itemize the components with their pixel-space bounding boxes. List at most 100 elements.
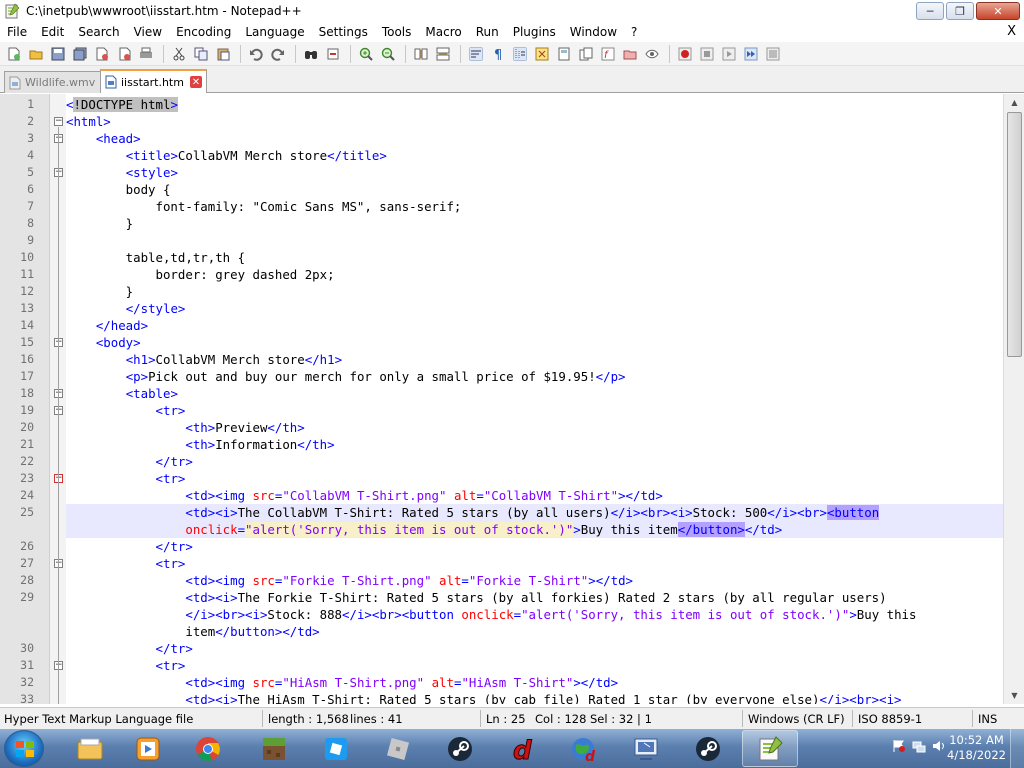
code-line[interactable]: }: [66, 215, 133, 232]
zoom-out-button[interactable]: [378, 44, 398, 64]
menu-settings[interactable]: Settings: [312, 25, 375, 39]
tab-close-icon[interactable]: ✕: [189, 76, 202, 88]
save-macro-button[interactable]: [763, 44, 783, 64]
save-button[interactable]: [48, 44, 68, 64]
taskbar-clock[interactable]: 10:52 AM 4/18/2022: [947, 733, 1006, 763]
code-line[interactable]: <td><img src="CollabVM T-Shirt.png" alt=…: [66, 487, 663, 504]
menu-encoding[interactable]: Encoding: [169, 25, 238, 39]
close-button[interactable]: ✕: [976, 2, 1020, 20]
code-line[interactable]: onclick="alert('Sorry, this item is out …: [66, 521, 782, 538]
show-all-characters-button[interactable]: ¶: [488, 44, 508, 64]
code-line[interactable]: <!DOCTYPE html>: [66, 96, 178, 113]
maximize-button[interactable]: ❐: [946, 2, 974, 20]
code-line[interactable]: <h1>CollabVM Merch store</h1>: [66, 351, 342, 368]
taskbar-explorer[interactable]: [62, 730, 118, 767]
indent-guide-button[interactable]: [510, 44, 530, 64]
action-center-flag-icon[interactable]: [892, 739, 906, 753]
menu-window[interactable]: Window: [563, 25, 624, 39]
taskbar-notepadpp[interactable]: [742, 730, 798, 767]
taskbar-chrome[interactable]: [180, 730, 236, 767]
scrollbar-thumb[interactable]: [1007, 112, 1022, 357]
folder-as-workspace-button[interactable]: [620, 44, 640, 64]
show-desktop-button[interactable]: [1010, 729, 1024, 768]
close-all-button[interactable]: [114, 44, 134, 64]
sync-horizontal-button[interactable]: [433, 44, 453, 64]
cut-button[interactable]: [169, 44, 189, 64]
code-line[interactable]: <p>Pick out and buy our merch for only a…: [66, 368, 626, 385]
replace-button[interactable]: [323, 44, 343, 64]
scroll-up-arrow-icon[interactable]: ▲: [1004, 94, 1024, 111]
code-line[interactable]: </tr>: [66, 453, 193, 470]
code-line[interactable]: <tr>: [66, 555, 186, 572]
code-line[interactable]: <td><i>The Forkie T-Shirt: Rated 5 stars…: [66, 589, 886, 606]
menu-plugins[interactable]: Plugins: [506, 25, 563, 39]
word-wrap-button[interactable]: [466, 44, 486, 64]
zoom-in-button[interactable]: [356, 44, 376, 64]
network-icon[interactable]: [912, 739, 926, 753]
menu-help[interactable]: ?: [624, 25, 644, 39]
paste-button[interactable]: [213, 44, 233, 64]
close-document-button[interactable]: X: [1007, 24, 1016, 39]
code-line[interactable]: font-family: "Comic Sans MS", sans-serif…: [66, 198, 462, 215]
code-line[interactable]: <table>: [66, 385, 178, 402]
taskbar-steam-2[interactable]: [680, 730, 736, 767]
taskbar-worldpainter[interactable]: d: [556, 730, 612, 767]
code-line[interactable]: </tr>: [66, 538, 193, 555]
minimize-button[interactable]: ─: [916, 2, 944, 20]
code-line[interactable]: <th>Preview</th>: [66, 419, 304, 436]
vertical-scrollbar[interactable]: ▲ ▼: [1003, 94, 1024, 704]
run-macro-multiple-button[interactable]: [741, 44, 761, 64]
taskbar-virtualbox[interactable]: [618, 730, 674, 767]
code-line[interactable]: <style>: [66, 164, 178, 181]
taskbar-minecraft[interactable]: [246, 730, 302, 767]
menu-view[interactable]: View: [127, 25, 169, 39]
taskbar-steam[interactable]: [432, 730, 488, 767]
start-button[interactable]: [4, 730, 44, 767]
document-map-button[interactable]: [554, 44, 574, 64]
code-line[interactable]: body {: [66, 181, 171, 198]
menu-run[interactable]: Run: [469, 25, 506, 39]
close-file-button[interactable]: [92, 44, 112, 64]
find-button[interactable]: [301, 44, 321, 64]
menu-language[interactable]: Language: [238, 25, 311, 39]
code-line[interactable]: <td><img src="Forkie T-Shirt.png" alt="F…: [66, 572, 633, 589]
code-line[interactable]: <td><i>The CollabVM T-Shirt: Rated 5 sta…: [66, 504, 880, 521]
code-line[interactable]: <html>: [66, 113, 111, 130]
fold-toggle-icon[interactable]: −: [54, 117, 63, 126]
folder-workspace-button[interactable]: f: [598, 44, 618, 64]
play-macro-button[interactable]: [719, 44, 739, 64]
code-line[interactable]: <td><i>The HiAsm T-Shirt: Rated 5 stars …: [66, 691, 901, 704]
taskbar-roblox[interactable]: [370, 730, 426, 767]
code-line[interactable]: border: grey dashed 2px;: [66, 266, 335, 283]
open-file-button[interactable]: [26, 44, 46, 64]
scroll-down-arrow-icon[interactable]: ▼: [1004, 687, 1024, 704]
code-line[interactable]: <title>CollabVM Merch store</title>: [66, 147, 387, 164]
code-line[interactable]: </i><br><i>Stock: 888</i><br><button onc…: [66, 606, 916, 623]
volume-icon[interactable]: [932, 739, 946, 753]
code-line[interactable]: <head>: [66, 130, 141, 147]
function-list-button[interactable]: [576, 44, 596, 64]
new-file-button[interactable]: [4, 44, 24, 64]
save-all-button[interactable]: [70, 44, 90, 64]
taskbar-media-player[interactable]: [120, 730, 176, 767]
code-line[interactable]: item</button></td>: [66, 623, 319, 640]
tab-iisstart-htm[interactable]: iisstart.htm ✕: [100, 69, 207, 93]
code-line[interactable]: }: [66, 283, 133, 300]
taskbar-dolphin[interactable]: d: [494, 730, 550, 767]
menu-file[interactable]: File: [0, 25, 34, 39]
menu-edit[interactable]: Edit: [34, 25, 71, 39]
menu-search[interactable]: Search: [71, 25, 126, 39]
record-macro-button[interactable]: [675, 44, 695, 64]
code-area[interactable]: <!DOCTYPE html> <html> <head> <title>Coll…: [66, 94, 1003, 704]
code-line[interactable]: <tr>: [66, 470, 186, 487]
taskbar-roblox-studio[interactable]: [308, 730, 364, 767]
code-line[interactable]: <tr>: [66, 657, 186, 674]
code-line[interactable]: table,td,tr,th {: [66, 249, 245, 266]
code-line[interactable]: <th>Information</th>: [66, 436, 334, 453]
menu-tools[interactable]: Tools: [375, 25, 419, 39]
fold-margin[interactable]: −−−−−−−−−: [50, 94, 66, 704]
print-button[interactable]: [136, 44, 156, 64]
undo-button[interactable]: [246, 44, 266, 64]
code-line[interactable]: </style>: [66, 300, 186, 317]
code-line[interactable]: </tr>: [66, 640, 193, 657]
